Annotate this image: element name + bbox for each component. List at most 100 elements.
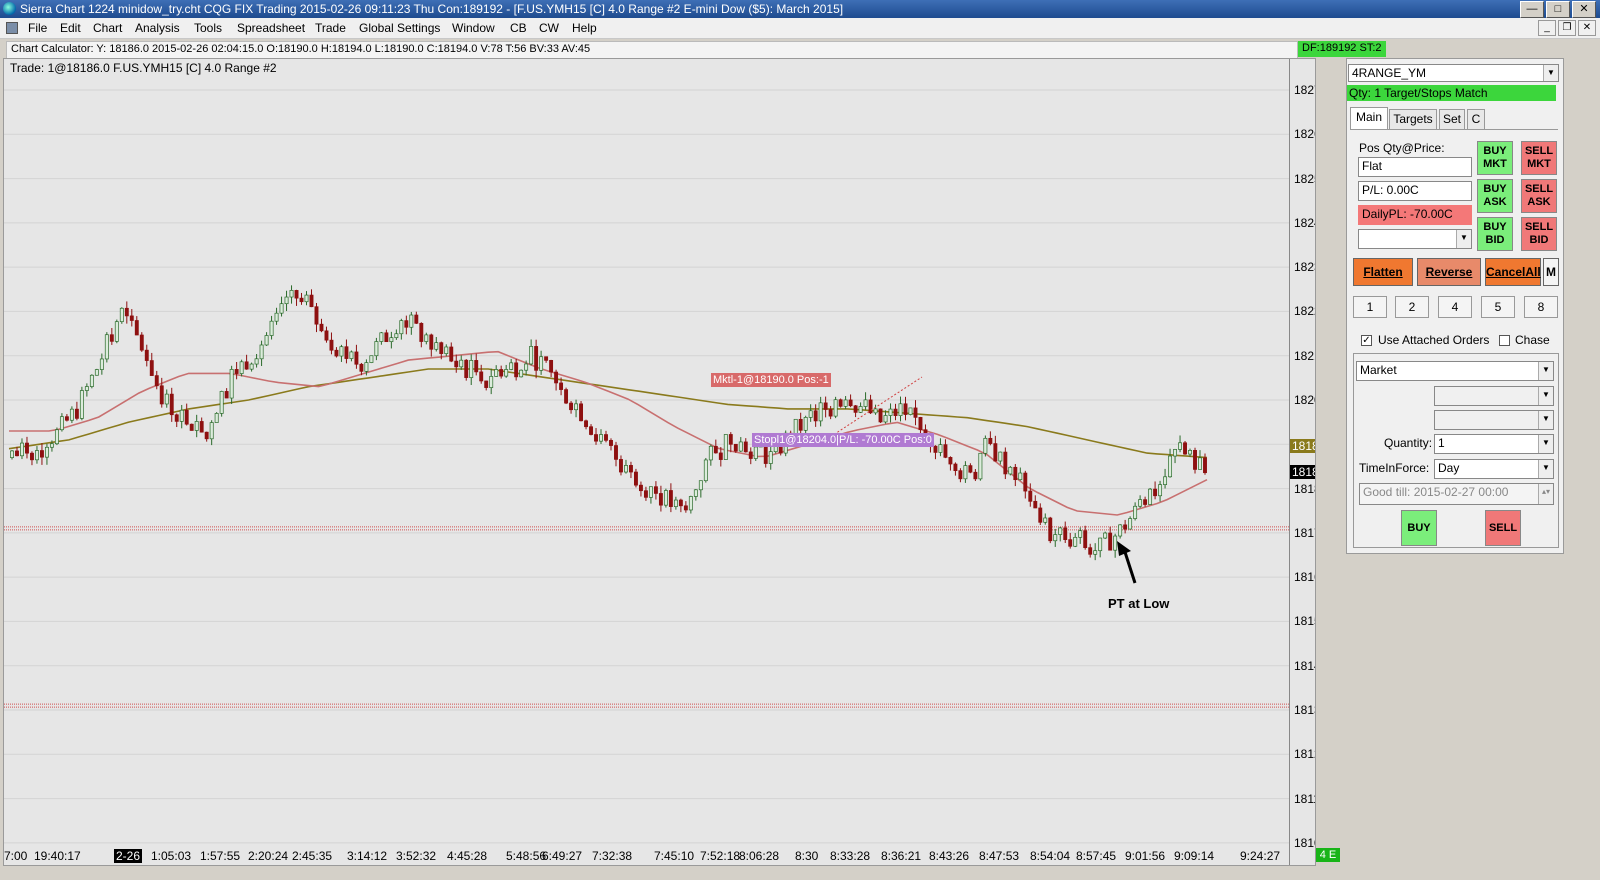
chevron-down-icon[interactable]: ▼ — [1543, 65, 1558, 81]
sell-market-button[interactable]: SELL MKT — [1521, 141, 1557, 175]
market-order-tag[interactable]: Mktl-1@18190.0 Pos:-1 — [711, 373, 831, 387]
menu-trade[interactable]: Trade — [315, 21, 346, 35]
candle-body — [299, 297, 304, 303]
tab-set[interactable]: Set — [1439, 109, 1465, 129]
sierra-chart-app-icon[interactable] — [3, 2, 16, 15]
y-tick-label: 18170.0 — [1294, 525, 1315, 540]
mdi-close-button[interactable]: ✕ — [1578, 20, 1596, 36]
account-select[interactable]: 4RANGE_YM ▼ — [1348, 64, 1559, 82]
x-tick-label: 8:33:28 — [830, 849, 871, 863]
qty-4-button[interactable]: 4 — [1438, 296, 1472, 318]
chase-checkbox[interactable] — [1499, 335, 1510, 346]
tab-c[interactable]: C — [1467, 109, 1485, 129]
candle-body — [15, 450, 19, 457]
qty-1-button[interactable]: 1 — [1353, 296, 1387, 318]
close-button[interactable]: ✕ — [1572, 1, 1596, 18]
chevron-down-icon[interactable]: ▼ — [1456, 230, 1471, 248]
time-in-force-label: TimeInForce: — [1359, 461, 1430, 475]
chart-calculator-bar: Chart Calculator: Y: 18186.0 2015-02-26 … — [6, 41, 1298, 59]
x-tick-label: 8:36:21 — [881, 849, 922, 863]
flatten-button[interactable]: Flatten — [1353, 258, 1413, 286]
menu-cb[interactable]: CB — [510, 21, 527, 35]
candle-body — [858, 406, 863, 413]
menu-analysis[interactable]: Analysis — [135, 21, 180, 35]
buy-button[interactable]: BUY — [1401, 510, 1437, 546]
candle-body — [888, 408, 893, 416]
qty-5-button[interactable]: 5 — [1481, 296, 1515, 318]
menu-spreadsheet[interactable]: Spreadsheet — [237, 21, 305, 35]
trade-window: 4RANGE_YM ▼ Qty: 1 Target/Stops Match Ma… — [1346, 58, 1564, 554]
candle-body — [544, 356, 549, 361]
x-tick-label: 2:45:35 — [292, 849, 333, 863]
quantity-select[interactable]: 1 ▼ — [1434, 434, 1554, 454]
sell-ask-button[interactable]: SELL ASK — [1521, 179, 1557, 213]
candle-body — [149, 360, 154, 376]
sell-bid-button[interactable]: SELL BID — [1521, 217, 1557, 251]
candle-body — [1133, 505, 1138, 519]
spinner-icon[interactable]: ▴▾ — [1538, 484, 1553, 504]
candle-body — [219, 391, 224, 414]
price1-select[interactable]: ▼ — [1434, 386, 1554, 406]
buy-ask-button[interactable]: BUY ASK — [1477, 179, 1513, 213]
menu-global-settings[interactable]: Global Settings — [359, 21, 440, 35]
stop-order-tag[interactable]: Stopl1@18204.0|P/L: -70.00C Pos:0 — [752, 433, 934, 447]
chevron-down-icon[interactable]: ▼ — [1538, 435, 1553, 453]
chevron-down-icon[interactable]: ▼ — [1538, 387, 1553, 405]
chart-area[interactable]: Trade: 1@18186.0 F.US.YMH15 [C] 4.0 Rang… — [3, 58, 1316, 866]
menu-file[interactable]: File — [28, 21, 47, 35]
candle-body — [1188, 450, 1192, 455]
menu-tools[interactable]: Tools — [194, 21, 222, 35]
menu-edit[interactable]: Edit — [60, 21, 81, 35]
qty-8-button[interactable]: 8 — [1524, 296, 1558, 318]
resize-grip[interactable] — [1563, 41, 1571, 57]
chevron-down-icon[interactable]: ▼ — [1538, 362, 1553, 380]
reverse-button[interactable]: Reverse — [1417, 258, 1481, 286]
x-tick-label: 7:45:10 — [654, 849, 695, 863]
chevron-down-icon[interactable]: ▼ — [1538, 460, 1553, 478]
candle-body — [25, 442, 29, 454]
candle-body — [1073, 536, 1078, 547]
minimize-button[interactable]: — — [1520, 1, 1544, 18]
candle-body — [44, 446, 49, 458]
candle-body — [139, 334, 144, 351]
price-chart-svg[interactable] — [4, 59, 1289, 865]
candle-body — [404, 320, 409, 328]
buy-market-button[interactable]: BUY MKT — [1477, 141, 1513, 175]
chart-window-icon[interactable] — [6, 22, 18, 34]
menu-window[interactable]: Window — [452, 21, 495, 35]
candle-body — [159, 385, 164, 405]
candle-body — [289, 290, 294, 298]
candle-body — [658, 493, 663, 506]
use-attached-orders-checkbox[interactable]: ✓ — [1361, 335, 1372, 346]
x-tick-label: 8:57:45 — [1076, 849, 1117, 863]
candle-body — [424, 334, 429, 342]
candle-body — [1178, 442, 1182, 450]
price2-select[interactable]: ▼ — [1434, 410, 1554, 430]
pt-at-low-annotation: PT at Low — [1108, 596, 1170, 611]
order-link-select[interactable]: ▼ — [1358, 229, 1472, 249]
menu-help[interactable]: Help — [572, 21, 597, 35]
buy-bid-button[interactable]: BUY BID — [1477, 217, 1513, 251]
qty-2-button[interactable]: 2 — [1395, 296, 1429, 318]
mdi-restore-button[interactable]: ❐ — [1558, 20, 1576, 36]
m-button[interactable]: M — [1543, 258, 1559, 286]
mdi-minimize-button[interactable]: _ — [1538, 20, 1556, 36]
candle-body — [673, 499, 678, 507]
candle-body — [808, 410, 813, 418]
order-type-select[interactable]: Market ▼ — [1356, 361, 1554, 381]
candle-body — [69, 408, 74, 421]
candle-body — [1058, 527, 1063, 535]
good-till-value: Good till: 2015-02-27 00:00 — [1363, 485, 1509, 499]
cancel-all-button[interactable]: CancelAll — [1485, 258, 1541, 286]
chevron-down-icon[interactable]: ▼ — [1538, 411, 1553, 429]
sell-button[interactable]: SELL — [1485, 510, 1521, 546]
candle-body — [728, 434, 733, 445]
candle-body — [179, 409, 184, 422]
maximize-button[interactable]: □ — [1546, 1, 1570, 18]
tab-targets[interactable]: Targets — [1389, 109, 1437, 129]
time-in-force-select[interactable]: Day ▼ — [1434, 459, 1554, 479]
menu-cw[interactable]: CW — [539, 21, 559, 35]
good-till-field[interactable]: Good till: 2015-02-27 00:00 ▴▾ — [1359, 483, 1554, 505]
menu-chart[interactable]: Chart — [93, 21, 122, 35]
tab-main[interactable]: Main — [1350, 107, 1388, 129]
